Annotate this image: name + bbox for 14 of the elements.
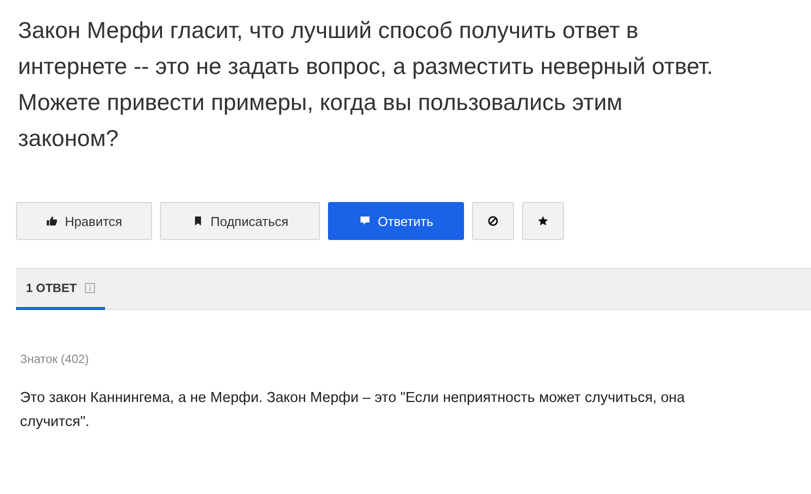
answers-tab[interactable]: 1 ОТВЕТ	[16, 269, 105, 310]
thumbs-up-icon	[46, 215, 58, 227]
block-icon	[487, 215, 499, 227]
speech-bubble-icon	[358, 215, 371, 227]
block-button[interactable]	[472, 202, 514, 240]
star-icon	[537, 215, 549, 227]
star-button[interactable]	[522, 202, 564, 240]
subscribe-button[interactable]: Подписаться	[160, 202, 320, 240]
author-rank: Знаток (402)	[20, 352, 90, 366]
like-button[interactable]: Нравится	[16, 202, 152, 240]
answer-button[interactable]: Ответить	[328, 202, 464, 240]
answer-text: Это закон Каннингема, а не Мерфи. Закон Мерфи – это "Если неприятность может случиться, она случится".	[20, 389, 686, 432]
info-icon	[84, 283, 95, 293]
question-title: Закон Мерфи гласит, что лучший способ получить ответ в интернете -- это не задать вопрос, а разместить неверный ответ. Можете привести примеры, когда вы пользовались этим законом?	[17, 16, 714, 153]
